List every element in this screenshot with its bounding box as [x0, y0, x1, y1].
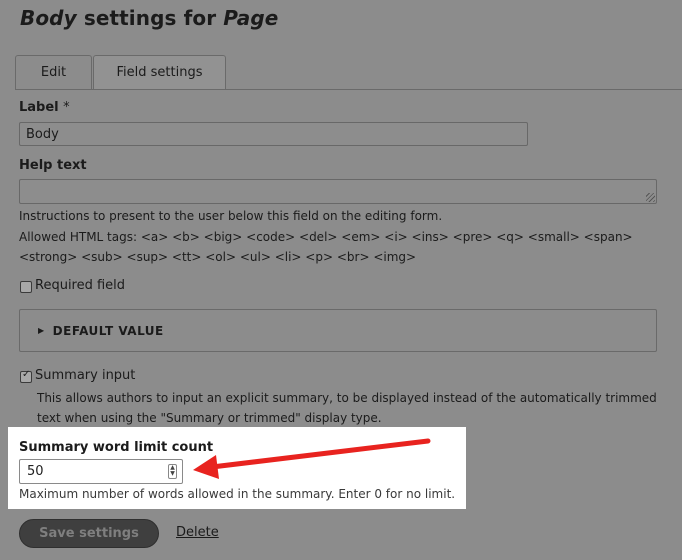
save-settings-button[interactable]: Save settings — [19, 519, 159, 548]
arrow-shaft — [209, 438, 431, 470]
arrow-head-icon — [193, 455, 219, 479]
annotation-arrow — [193, 438, 431, 479]
delete-link[interactable]: Delete — [176, 525, 219, 540]
